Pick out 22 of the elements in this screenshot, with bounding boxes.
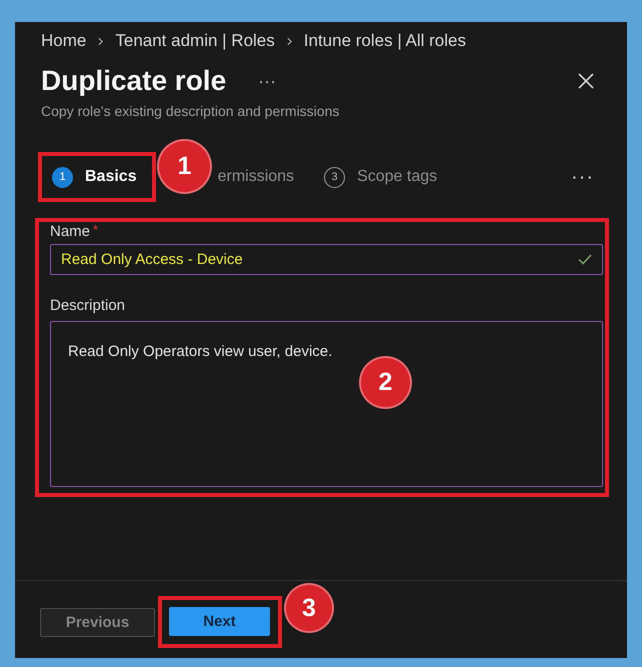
field-label: Description: [50, 297, 126, 315]
more-steps-button[interactable]: ···: [571, 167, 594, 187]
breadcrumb-link[interactable]: Tenant admin | Roles: [115, 30, 275, 52]
dialog-subtitle: Copy role's existing description and permissions: [41, 102, 340, 120]
breadcrumb-link[interactable]: Home: [41, 30, 86, 52]
close-icon[interactable]: [578, 73, 594, 89]
step-tab[interactable]: 3 Scope tags: [324, 166, 438, 188]
callout-marker: 1: [159, 141, 210, 192]
step-tab[interactable]: 1 Basics: [52, 166, 137, 188]
callout-marker: 3: [286, 585, 332, 631]
chevron-icon: [98, 36, 104, 46]
required-mark: *: [93, 223, 98, 239]
step-number: 1: [52, 166, 73, 188]
field-label: Name: [50, 223, 90, 241]
step-number: 3: [324, 166, 346, 188]
step-tab[interactable]: ermissions: [218, 167, 294, 187]
more-options-button[interactable]: ···: [256, 71, 278, 91]
dialog-title: Duplicate role: [41, 64, 226, 98]
chevron-icon: [286, 36, 292, 46]
breadcrumb-link[interactable]: Intune roles | All roles: [304, 30, 466, 52]
next-button[interactable]: Next: [169, 607, 270, 636]
name-field[interactable]: Read Only Access - Device: [50, 244, 603, 275]
